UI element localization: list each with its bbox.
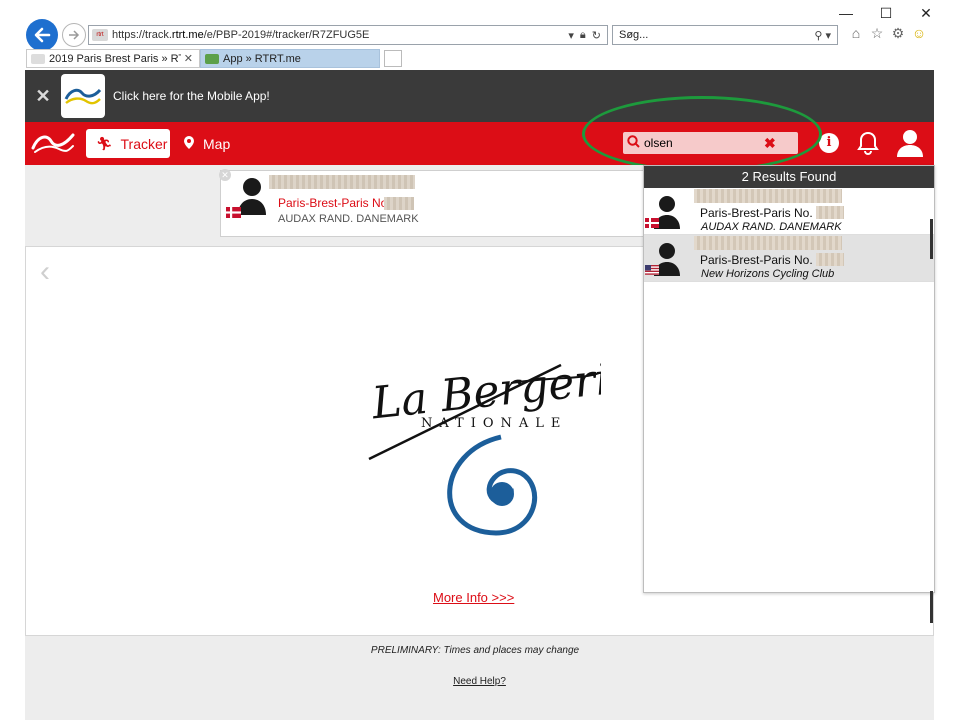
tab-map[interactable]: Map [184,129,230,158]
tab-strip: 2019 Paris Brest Paris » RTRT... ✕ App »… [26,49,402,68]
search-icon [627,135,640,151]
browser-search-placeholder: Søg... [619,29,649,41]
refresh-icon[interactable]: ↻ [592,29,601,42]
address-bar[interactable]: rtrt https://track.rtrt.me/e/PBP-2019#/t… [88,25,608,45]
top-navigation: 🏃︎ Tracker Map ✖ i [25,122,934,165]
smiley-icon[interactable]: ☺ [911,24,927,42]
need-help-link[interactable]: Need Help? [25,676,934,687]
result-race: Paris-Brest-Paris No. [700,253,813,267]
bell-icon[interactable] [856,130,880,156]
athlete-search-box[interactable]: ✖ [623,132,798,154]
browser-search-bar[interactable]: Søg... ⚲ ▾ [612,25,838,45]
map-label: Map [203,135,231,152]
home-icon[interactable]: ⌂ [848,24,864,42]
search-icon[interactable]: ⚲ ▾ [814,29,837,42]
more-info-link[interactable]: More Info >>> [433,590,514,605]
search-input[interactable] [644,136,764,150]
url-text[interactable]: https://track.rtrt.me/e/PBP-2019#/tracke… [112,29,568,41]
redacted-bib [816,206,844,219]
map-pin-icon [184,135,194,152]
redacted-athlete-name [694,236,842,250]
star-icon[interactable]: ☆ [869,24,885,42]
maximize-button[interactable]: ☐ [866,2,906,24]
close-banner-icon[interactable]: ✕ [25,86,61,107]
mobile-app-banner[interactable]: ✕ Click here for the Mobile App! [25,70,934,122]
previous-arrow-icon[interactable]: ‹ [40,255,50,289]
tab-favicon-icon [31,53,45,64]
arrow-left-icon [34,27,51,43]
denmark-flag-icon [226,207,241,218]
page-scrollbar[interactable] [930,591,933,623]
redacted-bib [384,197,414,210]
info-icon[interactable]: i [819,133,839,153]
usa-flag-icon [645,265,659,275]
tab-label: 2019 Paris Brest Paris » RTRT... [49,52,181,65]
results-count: 2 Results Found [644,166,934,188]
rtrt-app-logo [61,74,105,118]
la-bergerie-nationale-logo: La Bergerie NATIONALE [368,351,601,536]
search-result-item[interactable]: Paris-Brest-Paris No. New Horizons Cycli… [644,235,934,282]
close-tab-icon[interactable]: ✕ [184,52,193,65]
tracker-label: Tracker [120,135,168,152]
runner-icon: 🏃︎ [96,135,113,151]
search-results-dropdown: 2 Results Found Paris-Brest-Paris No. AU… [643,165,935,593]
new-tab-button[interactable] [384,50,402,67]
banner-text[interactable]: Click here for the Mobile App! [113,89,270,103]
dropdown-icon[interactable]: ▾ [568,29,574,42]
forward-button[interactable] [62,23,86,47]
close-window-button[interactable]: ✕ [906,2,946,24]
search-result-item[interactable]: Paris-Brest-Paris No. AUDAX RAND. DANEMA… [644,188,934,235]
athlete-race: Paris-Brest-Paris No. [278,196,391,210]
clear-search-icon[interactable]: ✖ [764,135,776,152]
sponsor-sub: NATIONALE [421,416,567,431]
followed-athlete-card[interactable]: ✕ Paris-Brest-Paris No. AUDAX RAND. DANE… [219,169,660,237]
back-button[interactable] [26,19,58,51]
gear-icon[interactable]: ⚙ [890,24,906,42]
browser-toolbar-icons: ⌂ ☆ ⚙ ☺ [848,24,927,42]
tab-paris-brest-paris[interactable]: 2019 Paris Brest Paris » RTRT... ✕ [26,49,200,68]
tab-label: App » RTRT.me [223,52,301,65]
lock-icon[interactable]: 🔒︎ [580,29,586,42]
rtrt-logo[interactable] [29,130,79,156]
user-icon[interactable] [896,128,924,158]
result-club: New Horizons Cycling Club [701,268,835,280]
tab-tracker[interactable]: 🏃︎ Tracker [86,129,170,158]
tab-favicon-icon [205,53,219,64]
denmark-flag-icon [645,218,659,228]
redacted-athlete-name [269,175,415,189]
redacted-bib [816,253,844,266]
remove-athlete-icon[interactable]: ✕ [219,169,231,181]
site-favicon-icon: rtrt [92,29,108,41]
arrow-right-icon [69,30,80,40]
preliminary-note: PRELIMINARY: Times and places may change [370,645,580,656]
redacted-athlete-name [694,189,842,203]
window-controls: — ☐ ✕ [826,2,946,24]
tab-app-rtrt[interactable]: App » RTRT.me [200,49,380,68]
result-club: AUDAX RAND. DANEMARK [701,221,842,233]
minimize-button[interactable]: — [826,2,866,24]
results-scrollbar[interactable] [930,219,933,259]
result-race: Paris-Brest-Paris No. [700,206,813,220]
athlete-club: AUDAX RAND. DANEMARK [278,213,419,225]
